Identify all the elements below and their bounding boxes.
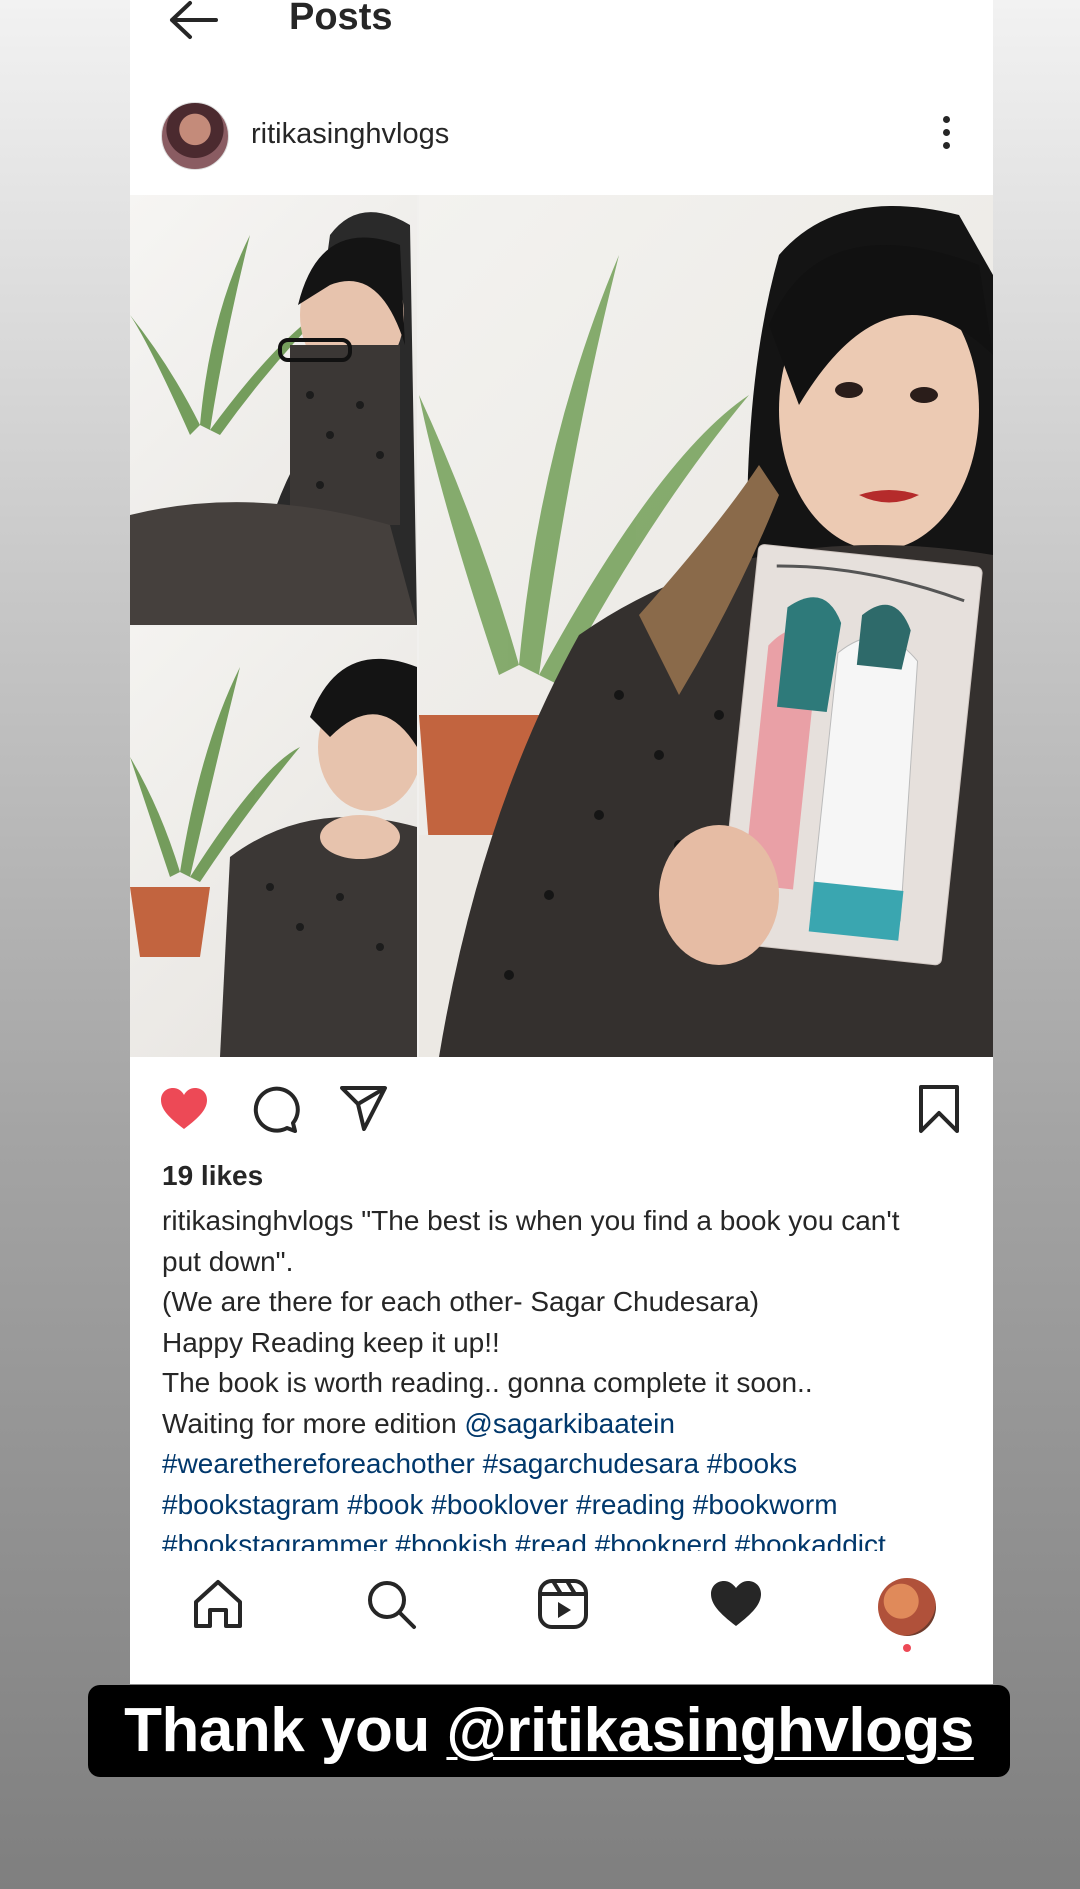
notification-dot (903, 1644, 911, 1652)
thank-you-text: Thank you (124, 1696, 447, 1765)
caption-hashtags-2[interactable]: #bookstagram #book #booklover #reading #… (162, 1485, 962, 1526)
caption-line-6: Waiting for more edition @sagarkibaatein (162, 1404, 962, 1445)
caption-hashtags-1[interactable]: #wearethereforeachother #sagarchudesara … (162, 1444, 962, 1485)
caption-line-1: ritikasinghvlogs "The best is when you f… (162, 1201, 962, 1242)
post-actions (130, 1075, 993, 1145)
send-icon[interactable] (338, 1083, 390, 1135)
likes-count[interactable]: 19 likes (162, 1160, 263, 1192)
photo-panel-main (419, 195, 993, 1057)
post-caption: ritikasinghvlogs "The best is when you f… (162, 1201, 962, 1551)
overlay-mention[interactable]: @ritikasinghvlogs (446, 1696, 974, 1765)
profile-avatar[interactable] (878, 1578, 936, 1636)
more-vertical-icon[interactable] (941, 116, 951, 156)
caption-hashtags-3[interactable]: #bookstagrammer #bookish #read #booknerd… (162, 1525, 962, 1551)
post-header: ritikasinghvlogs (130, 100, 993, 176)
search-icon[interactable] (363, 1576, 419, 1632)
top-bar: Posts (130, 0, 993, 50)
caption-text-1: "The best is when you find a book you ca… (353, 1205, 900, 1236)
photo-panel-top-left (130, 195, 417, 625)
arrow-left-icon[interactable] (168, 0, 220, 40)
caption-username[interactable]: ritikasinghvlogs (162, 1205, 353, 1236)
bookmark-icon[interactable] (913, 1083, 965, 1135)
photo-panel-bottom-left (130, 627, 417, 1057)
comment-icon[interactable] (248, 1083, 300, 1135)
post-image[interactable] (130, 195, 993, 1057)
caption-line-4: Happy Reading keep it up!! (162, 1326, 500, 1358)
post-username[interactable]: ritikasinghvlogs (251, 118, 449, 151)
activity-heart-icon[interactable] (708, 1576, 764, 1632)
caption-line-3: (We are there for each other- Sagar Chud… (162, 1286, 760, 1317)
bottom-nav (130, 1558, 993, 1668)
caption-line-2: put down". (162, 1245, 294, 1277)
caption-mention[interactable]: @sagarkibaatein (464, 1408, 675, 1439)
thank-you-overlay: Thank you @ritikasinghvlogs (88, 1685, 1010, 1777)
post-screenshot-card: Posts ritikasinghvlogs 19 likes ritikasi… (130, 0, 993, 1684)
avatar[interactable] (161, 102, 229, 170)
caption-line-5: The book is worth reading.. gonna comple… (162, 1367, 813, 1398)
home-icon[interactable] (190, 1576, 246, 1632)
heart-filled-icon[interactable] (158, 1083, 210, 1135)
caption-text-6: Waiting for more edition (162, 1407, 465, 1439)
page-title: Posts (289, 0, 393, 38)
reels-icon[interactable] (535, 1576, 591, 1632)
